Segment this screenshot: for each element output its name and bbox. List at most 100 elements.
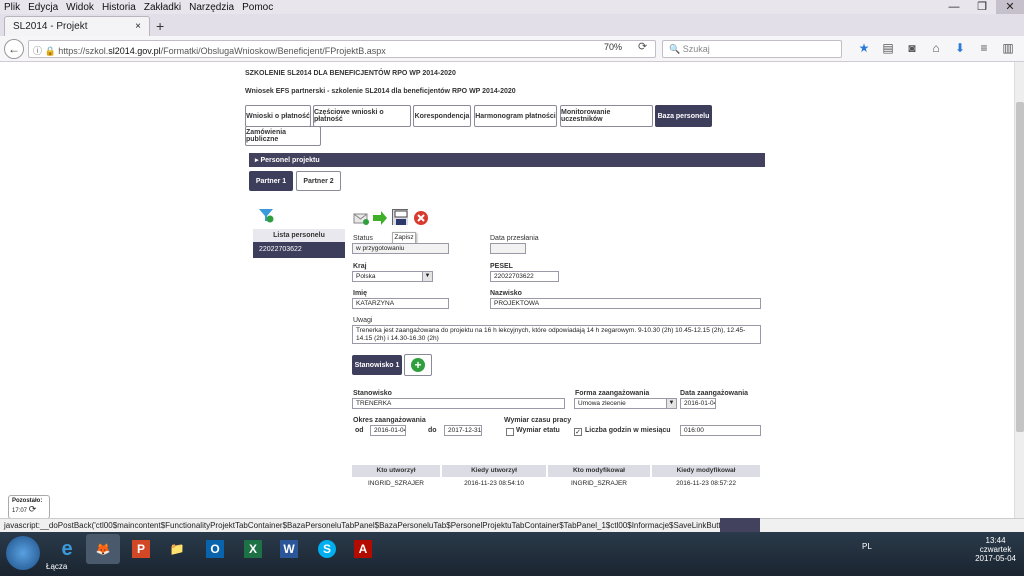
pocket-icon[interactable]: ◙: [900, 41, 924, 55]
refresh-icon[interactable]: ⟳: [29, 504, 37, 514]
filter-add-icon[interactable]: [258, 207, 274, 223]
bookmarks-list-icon[interactable]: ▤: [876, 41, 900, 55]
forma-zaangazowania-select[interactable]: Umowa zlecenie ▼: [574, 398, 677, 409]
excel-letter: X: [244, 540, 262, 558]
browser-tab-title: SL2014 - Projekt: [13, 21, 88, 32]
liczba-godzin-field[interactable]: 016:00: [680, 425, 761, 436]
section-personel-projektu[interactable]: ▸ Personel projektu: [249, 153, 765, 167]
liczba-godzin-label: Liczba godzin w miesiącu: [585, 427, 671, 434]
tab-harmonogram-platnosci[interactable]: Harmonogram płatności: [474, 105, 557, 127]
explorer-taskbar-icon[interactable]: 📁: [160, 534, 194, 564]
acrobat-letter: A: [354, 540, 372, 558]
session-timer: Pozostało: 17:07 ⟳: [8, 495, 50, 519]
uwagi-label: Uwagi: [353, 317, 373, 324]
menu-widok[interactable]: Widok: [66, 2, 94, 13]
kraj-select[interactable]: Polska ▼: [352, 271, 433, 282]
tab-wnioski-o-platnosc[interactable]: Wnioski o płatność: [245, 105, 311, 127]
window-controls: — ❐ ✕: [940, 0, 1024, 14]
forward-arrow-icon[interactable]: [372, 210, 388, 226]
do-field[interactable]: 2017-12-31: [444, 425, 482, 436]
download-icon[interactable]: ⬇: [948, 41, 972, 55]
wymiar-etatu-label: Wymiar etatu: [516, 427, 560, 434]
nazwisko-field[interactable]: PROJEKTOWA: [490, 298, 761, 309]
search-input[interactable]: 🔍 Szukaj: [662, 40, 842, 58]
menu-historia[interactable]: Historia: [102, 2, 136, 13]
sidebar-icon[interactable]: ▥: [996, 41, 1020, 55]
tab-korespondencja[interactable]: Korespondencja: [413, 105, 471, 127]
add-stanowisko-button[interactable]: +: [404, 354, 432, 376]
tab-monitorowanie-uczestnikow[interactable]: Monitorowanie uczestników: [560, 105, 653, 127]
page-title: SZKOLENIE SL2014 DLA BENEFICJENTÓW RPO W…: [245, 70, 456, 77]
chevron-down-icon[interactable]: ▼: [666, 399, 676, 408]
browser-tab[interactable]: SL2014 - Projekt ×: [4, 16, 150, 36]
liczba-godzin-checkbox[interactable]: ✓: [574, 428, 582, 436]
tab-stanowisko-1[interactable]: Stanowisko 1: [352, 355, 402, 375]
tab-bar: SL2014 - Projekt × +: [0, 14, 1024, 36]
scrollbar-thumb[interactable]: [1016, 102, 1024, 432]
ie-taskbar-icon[interactable]: e: [50, 534, 84, 564]
menu-zakladki[interactable]: Zakładki: [144, 2, 181, 13]
table-cell: 2016-11-23 08:57:22: [676, 480, 736, 487]
menu-edycja[interactable]: Edycja: [28, 2, 58, 13]
close-window-button[interactable]: ✕: [996, 0, 1024, 14]
powerpoint-letter: P: [132, 540, 150, 558]
navigation-bar: ← ⓘ 🔒 https://szkol.sl2014.gov.pl/Format…: [0, 36, 1024, 62]
page-scrollbar[interactable]: [1014, 62, 1024, 518]
section-title: Personel projektu: [260, 157, 320, 164]
tab-czesciowe-wnioski[interactable]: Częściowe wnioski o płatność: [313, 105, 411, 127]
minimize-button[interactable]: —: [940, 0, 968, 14]
tab-partner-2[interactable]: Partner 2: [296, 171, 341, 191]
od-label: od: [355, 427, 364, 434]
tab-baza-personelu[interactable]: Baza personelu: [655, 105, 712, 127]
start-button[interactable]: [6, 536, 40, 570]
chevron-down-icon[interactable]: ▼: [422, 272, 432, 281]
menu-plik[interactable]: Plik: [4, 2, 20, 13]
pesel-label: PESEL: [490, 263, 513, 270]
powerpoint-taskbar-icon[interactable]: P: [124, 534, 158, 564]
delete-icon[interactable]: [413, 210, 429, 226]
okres-zaangazowania-label: Okres zaangażowania: [353, 417, 426, 424]
od-field[interactable]: 2016-01-04: [370, 425, 406, 436]
send-mail-icon[interactable]: [353, 210, 369, 226]
tab-partner-1[interactable]: Partner 1: [249, 171, 293, 191]
firefox-taskbar-icon[interactable]: 🦊: [86, 534, 120, 564]
home-icon[interactable]: ⌂: [924, 41, 948, 55]
excel-taskbar-icon[interactable]: X: [236, 534, 270, 564]
maximize-button[interactable]: ❐: [968, 0, 996, 14]
bookmark-star-icon[interactable]: ★: [852, 41, 876, 55]
skype-letter: S: [318, 540, 336, 558]
data-przeslania-label: Data przesłania: [490, 235, 539, 242]
new-tab-button[interactable]: +: [156, 18, 164, 34]
wymiar-etatu-checkbox[interactable]: [506, 428, 514, 436]
outlook-taskbar-icon[interactable]: O: [198, 534, 232, 564]
table-cell: INGRID_SZRAJER: [571, 480, 627, 487]
uwagi-textarea[interactable]: Trenerka jest zaangażowana do projektu n…: [352, 325, 761, 344]
pesel-field[interactable]: 22022703622: [490, 271, 559, 282]
zoom-level[interactable]: 70%: [604, 42, 622, 52]
table-header-row: Kto utworzył Kiedy utworzył Kto modyfiko…: [352, 465, 762, 477]
url-bar[interactable]: ⓘ 🔒 https://szkol.sl2014.gov.pl/Formatki…: [28, 40, 656, 58]
back-button[interactable]: ←: [4, 39, 24, 59]
menu-pomoc[interactable]: Pomoc: [242, 2, 273, 13]
lista-personelu-item[interactable]: 22022703622: [253, 242, 345, 258]
imie-field[interactable]: KATARZYNA: [352, 298, 449, 309]
menu-narzedzia[interactable]: Narzędzia: [189, 2, 234, 13]
system-clock[interactable]: 13:44 czwartek 2017-05-04: [975, 536, 1016, 563]
clock-day: czwartek: [979, 545, 1012, 554]
word-taskbar-icon[interactable]: W: [272, 534, 306, 564]
tab-close-icon[interactable]: ×: [135, 21, 141, 32]
status-field: w przygotowaniu: [352, 243, 449, 254]
language-indicator[interactable]: PL: [862, 542, 872, 551]
clock-time: 13:44: [985, 536, 1006, 545]
info-icon: ⓘ 🔒: [33, 46, 59, 56]
reload-icon[interactable]: ⟳: [638, 40, 647, 53]
word-letter: W: [280, 540, 298, 558]
hamburger-menu-icon[interactable]: ≡: [972, 41, 996, 55]
stanowisko-field[interactable]: TRENERKA: [352, 398, 565, 409]
save-icon[interactable]: [392, 209, 408, 225]
acrobat-taskbar-icon[interactable]: A: [346, 534, 380, 564]
stanowisko-label: Stanowisko: [353, 390, 392, 397]
data-zaangazowania-field[interactable]: 2016-01-04: [680, 398, 716, 409]
skype-taskbar-icon[interactable]: S: [310, 534, 344, 564]
tab-zamowienia-publiczne[interactable]: Zamówienia publiczne: [245, 126, 321, 146]
